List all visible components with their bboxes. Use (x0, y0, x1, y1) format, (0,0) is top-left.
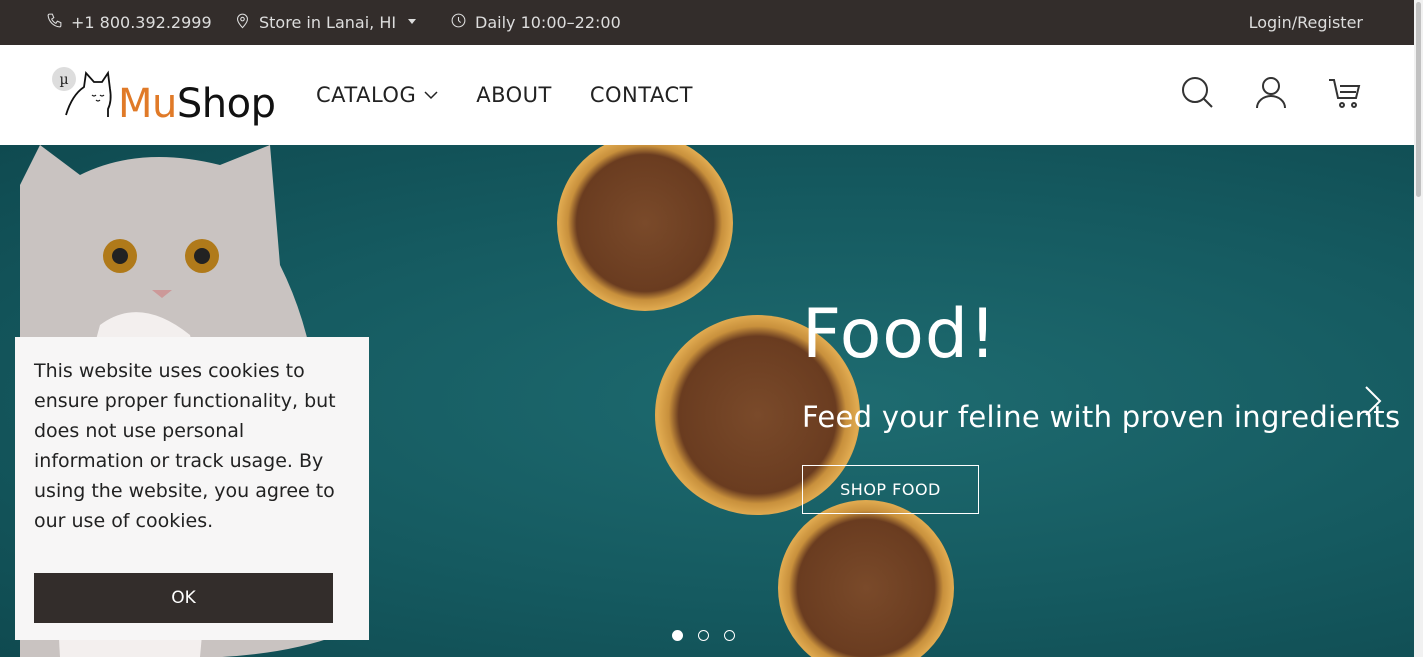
phone-contact[interactable]: +1 800.392.2999 (46, 0, 212, 45)
chevron-down-icon (424, 90, 438, 99)
nav-catalog[interactable]: CATALOG (316, 83, 438, 107)
logo-mu: Mu (118, 81, 177, 127)
mushop-logo[interactable]: µ MuShop (50, 63, 276, 127)
hours-label: Daily 10:00–22:00 (475, 13, 621, 32)
top-bar: +1 800.392.2999 Store in Lanai, HI Daily… (0, 0, 1414, 45)
nav-contact[interactable]: CONTACT (590, 83, 693, 107)
chevron-right-icon (1365, 386, 1382, 416)
hero-title: Food! (802, 295, 998, 374)
nav-catalog-label: CATALOG (316, 83, 417, 107)
caret-down-icon (408, 18, 417, 24)
search-icon[interactable] (1180, 75, 1214, 113)
store-label: Store in Lanai, HI (259, 13, 397, 32)
carousel-dot[interactable] (698, 630, 709, 641)
carousel-indicators (672, 630, 735, 641)
cookie-message: This website uses cookies to ensure prop… (34, 360, 336, 532)
shop-food-button[interactable]: SHOP FOOD (802, 465, 979, 514)
login-register-link[interactable]: Login/Register (1249, 0, 1363, 45)
scrollbar-thumb[interactable] (1416, 2, 1421, 197)
header-actions (1180, 75, 1362, 113)
logo-badge: µ (59, 72, 68, 88)
clock-icon (450, 12, 467, 33)
opening-hours: Daily 10:00–22:00 (450, 0, 621, 45)
carousel-next-button[interactable] (1362, 385, 1384, 421)
phone-number: +1 800.392.2999 (71, 13, 212, 32)
main-nav: CATALOG ABOUT CONTACT (316, 45, 693, 145)
nav-about[interactable]: ABOUT (476, 83, 552, 107)
phone-icon (46, 12, 63, 33)
location-pin-icon (234, 12, 251, 33)
hero-subtitle: Feed your feline with proven ingredients (802, 400, 1401, 434)
cookie-consent-banner: This website uses cookies to ensure prop… (15, 337, 369, 640)
cart-icon[interactable] (1328, 75, 1362, 113)
page-scrollbar[interactable] (1414, 0, 1423, 657)
logo-shop: Shop (176, 81, 276, 127)
carousel-dot[interactable] (724, 630, 735, 641)
cookie-ok-button[interactable]: OK (34, 573, 333, 623)
carousel-dot[interactable] (672, 630, 683, 641)
store-selector[interactable]: Store in Lanai, HI (234, 0, 417, 45)
cat-logo-icon: µ (52, 67, 112, 117)
user-account-icon[interactable] (1254, 75, 1288, 113)
food-bowl-image (778, 500, 954, 657)
main-header: µ MuShop CATALOG ABOUT CONTACT (0, 45, 1414, 145)
food-bowl-image (557, 145, 733, 311)
